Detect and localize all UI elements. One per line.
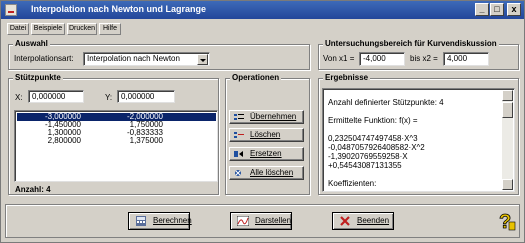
beenden-button[interactable]: Beenden	[332, 212, 394, 230]
app-icon[interactable]	[5, 4, 17, 16]
x-coordinate-label: X:	[15, 93, 23, 102]
result-line: -1,39020769559258·X	[328, 152, 408, 161]
beenden-label: Beenden	[357, 216, 390, 225]
list-item[interactable]: 2,800000 1,375000	[17, 137, 216, 145]
result-line: 0,232504747497458·X^3	[328, 134, 418, 143]
list-item[interactable]: 1,300000 -0,833333	[17, 129, 216, 137]
untersuchungsbereich-title: Untersuchungsbereich für Kurvendiskussio…	[323, 39, 499, 48]
stuetzpunkte-list[interactable]: -3,000000 -2,000000 -1,450000 1,750000 1…	[14, 110, 218, 182]
loeschen-label: Löschen	[250, 130, 281, 139]
interpolation-type-value: Interpolation nach Newton	[87, 54, 180, 63]
scroll-down-button[interactable]	[502, 179, 513, 190]
result-line: Anzahl definierter Stützpunkte: 4	[328, 98, 444, 107]
uebernehmen-button[interactable]: Übernehmen	[229, 110, 304, 124]
list-item[interactable]: -1,450000 1,750000	[17, 121, 216, 129]
result-line: Koeffizienten:	[328, 179, 377, 188]
application-window: Interpolation nach Newton und Lagrange _…	[0, 0, 525, 243]
help-icon[interactable]: ?	[495, 210, 517, 232]
menu-beispiele[interactable]: Beispiele	[31, 23, 65, 35]
stuetzpunkte-title: Stützpunkte	[13, 73, 63, 82]
alle-loeschen-label: Alle löschen	[250, 168, 294, 177]
point-count: Anzahl: 4	[15, 185, 51, 194]
uebernehmen-label: Übernehmen	[250, 112, 297, 121]
graph-icon	[237, 216, 249, 226]
loeschen-button[interactable]: Löschen	[229, 128, 304, 142]
berechnen-label: Berechnen	[153, 216, 192, 225]
delete-point-icon	[234, 132, 244, 138]
list-cell-y: 1,375000	[129, 136, 163, 145]
title-bar[interactable]: Interpolation nach Newton und Lagrange _…	[1, 1, 524, 19]
result-line: -0,0487057926408582·X^2	[328, 143, 425, 152]
x2-input[interactable]: 4,000	[443, 52, 489, 66]
y-coordinate-label: Y:	[105, 93, 113, 102]
scrollbar-thumb[interactable]	[502, 102, 513, 118]
replace-point-icon	[234, 151, 243, 157]
clear-all-icon	[235, 170, 241, 176]
results-textarea[interactable]: Anzahl definierter Stützpunkte: 4 Ermitt…	[322, 88, 515, 192]
add-point-icon	[234, 114, 244, 120]
result-line: Ermittelte Funktion: f(x) =	[328, 116, 418, 125]
window-title: Interpolation nach Newton und Lagrange	[31, 4, 207, 14]
exit-icon	[340, 216, 350, 226]
x1-input[interactable]: -4,000	[359, 52, 405, 66]
menu-drucken[interactable]: Drucken	[67, 23, 97, 35]
auswahl-title: Auswahl	[13, 39, 50, 48]
darstellen-button[interactable]: Darstellen	[230, 212, 292, 230]
berechnen-button[interactable]: Berechnen	[128, 212, 192, 230]
x2-label: bis x2 =	[410, 54, 438, 63]
menu-datei[interactable]: Datei	[7, 23, 29, 35]
interpolation-type-select[interactable]: Interpolation nach Newton	[83, 52, 210, 66]
x-coordinate-input[interactable]: 0,000000	[28, 90, 84, 103]
y-coordinate-input[interactable]: 0,000000	[117, 90, 175, 103]
darstellen-label: Darstellen	[255, 216, 292, 225]
scroll-up-button[interactable]	[502, 90, 513, 101]
close-button[interactable]: x	[507, 3, 521, 16]
calculator-icon	[136, 216, 146, 226]
menu-hilfe[interactable]: Hilfe	[99, 23, 121, 35]
ersetzen-button[interactable]: Ersetzen	[229, 147, 304, 161]
list-cell-x: 2,800000	[47, 136, 81, 145]
alle-loeschen-button[interactable]: Alle löschen	[229, 166, 304, 180]
operationen-title: Operationen	[230, 73, 282, 82]
result-line: +0,54543087131355	[328, 161, 402, 170]
interpolation-type-label: Interpolationsart:	[14, 54, 74, 63]
chevron-down-icon[interactable]	[197, 54, 208, 65]
x1-label: Von x1 =	[323, 54, 355, 63]
results-scrollbar[interactable]	[502, 90, 513, 190]
maximize-button[interactable]: □	[490, 3, 504, 16]
minimize-button[interactable]: _	[475, 3, 489, 16]
ergebnisse-title: Ergebnisse	[323, 73, 371, 82]
ersetzen-label: Ersetzen	[250, 149, 282, 158]
